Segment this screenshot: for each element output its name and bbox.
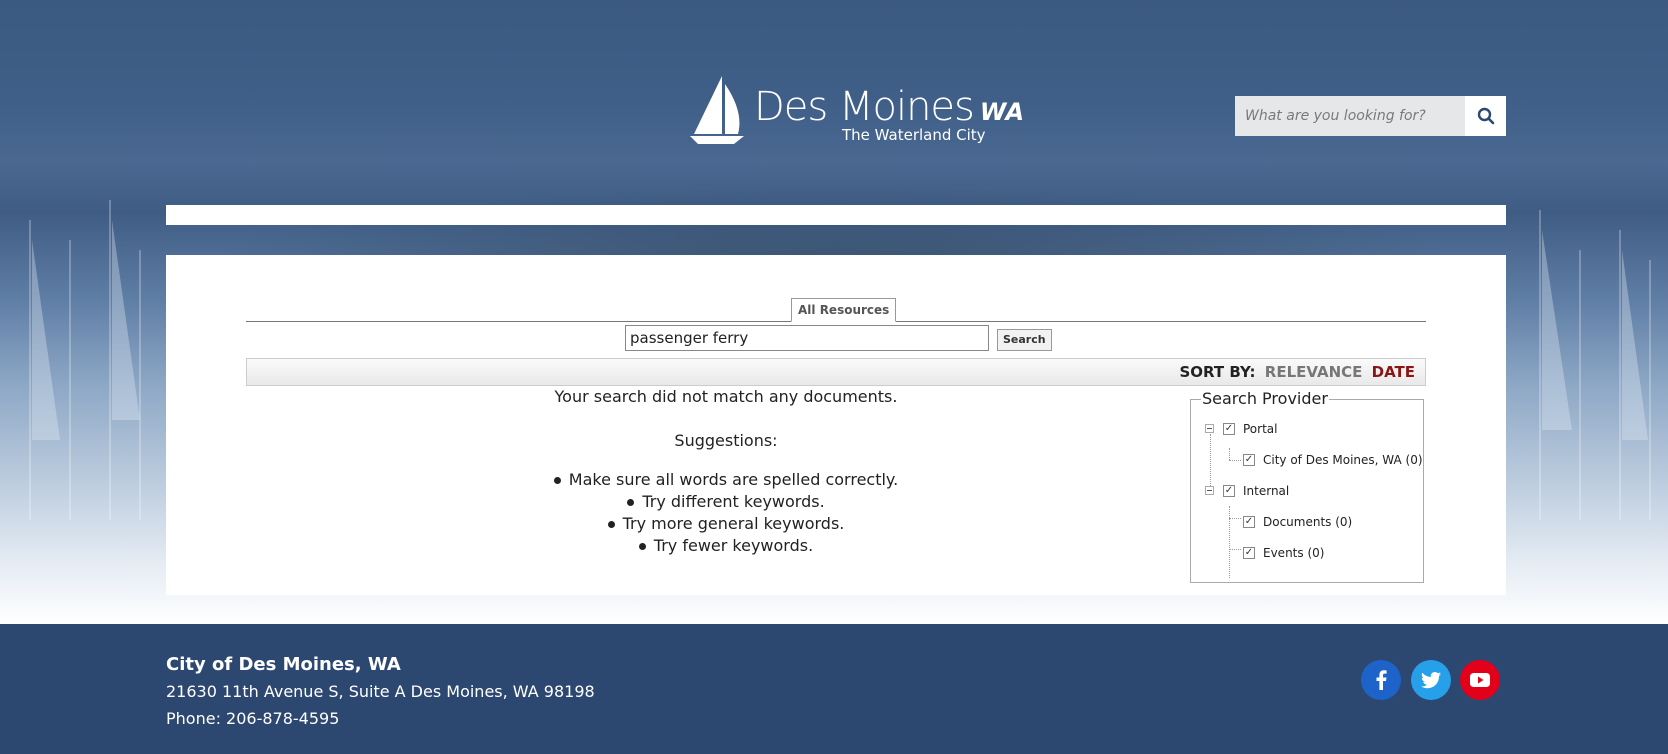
tree-item-documents: ✓ Documents (0) xyxy=(1243,515,1353,529)
search-provider-title: Search Provider xyxy=(1201,389,1329,408)
site-footer: City of Des Moines, WA 21630 11th Avenue… xyxy=(0,624,1668,754)
sailboat-logo-icon xyxy=(690,76,744,144)
sort-relevance-link[interactable]: RELEVANCE xyxy=(1265,363,1363,381)
sort-options: SORT BY: RELEVANCE DATE xyxy=(1179,363,1415,381)
portal-city-checkbox[interactable]: ✓ xyxy=(1243,454,1255,466)
logo-name: Des Moines WA xyxy=(754,84,1025,130)
footer-org-name: City of Des Moines, WA xyxy=(166,654,401,675)
no-results-message: Your search did not match any documents. xyxy=(554,387,898,406)
youtube-icon xyxy=(1470,673,1490,687)
list-item: Make sure all words are spelled correctl… xyxy=(246,469,1206,491)
footer-phone[interactable]: Phone: 206-878-4595 xyxy=(166,709,339,728)
search-icon xyxy=(1477,107,1494,125)
search-provider-box: Search Provider ✓ Portal ✓ City of Des M… xyxy=(1190,389,1424,583)
navigation-bar xyxy=(166,205,1506,225)
tree-line xyxy=(1229,518,1241,519)
tree-line xyxy=(1229,506,1230,578)
tree-item-internal: ✓ Internal xyxy=(1223,484,1290,498)
site-search-input[interactable] xyxy=(1235,96,1465,136)
tree-item-portal: ✓ Portal xyxy=(1223,422,1278,436)
tree-line xyxy=(1210,434,1211,490)
footer-address: 21630 11th Avenue S, Suite A Des Moines,… xyxy=(166,682,595,701)
tree-collapse-icon[interactable] xyxy=(1205,486,1214,495)
search-button[interactable]: Search xyxy=(997,329,1052,351)
sort-label: SORT BY: xyxy=(1179,363,1256,381)
logo-suffix: WA xyxy=(979,98,1025,126)
youtube-link[interactable] xyxy=(1460,660,1500,700)
facebook-icon xyxy=(1376,670,1387,690)
site-logo[interactable]: Des Moines WA The Waterland City xyxy=(688,74,1024,150)
suggestions-list: Make sure all words are spelled correctl… xyxy=(246,469,1206,557)
internal-checkbox[interactable]: ✓ xyxy=(1223,485,1235,497)
query-input[interactable] xyxy=(625,325,989,351)
list-item: Try fewer keywords. xyxy=(246,535,1206,557)
portal-checkbox[interactable]: ✓ xyxy=(1223,423,1235,435)
sort-date-link[interactable]: DATE xyxy=(1372,363,1415,381)
logo-tagline: The Waterland City xyxy=(842,126,986,144)
tree-collapse-icon[interactable] xyxy=(1205,424,1214,433)
list-item: Try more general keywords. xyxy=(246,513,1206,535)
documents-checkbox[interactable]: ✓ xyxy=(1243,516,1255,528)
tab-all-resources[interactable]: All Resources xyxy=(791,298,897,322)
tree-item-portal-city: ✓ City of Des Moines, WA (0) xyxy=(1243,453,1423,467)
twitter-icon xyxy=(1421,671,1441,688)
search-results-panel: All Resources Search SORT BY: RELEVANCE … xyxy=(166,255,1506,595)
bullet-icon xyxy=(607,521,615,528)
list-item: Try different keywords. xyxy=(246,491,1206,513)
tree-item-events: ✓ Events (0) xyxy=(1243,546,1325,560)
sort-bar: SORT BY: RELEVANCE DATE xyxy=(246,358,1426,386)
bullet-icon xyxy=(627,499,635,506)
suggestions-title: Suggestions: xyxy=(674,431,778,450)
facebook-link[interactable] xyxy=(1361,660,1401,700)
twitter-link[interactable] xyxy=(1411,660,1451,700)
site-search xyxy=(1235,96,1506,136)
tree-line xyxy=(1229,549,1241,550)
tree-line xyxy=(1229,448,1230,460)
bullet-icon xyxy=(553,477,561,484)
tree-line xyxy=(1229,460,1241,461)
site-search-button[interactable] xyxy=(1465,96,1506,136)
bullet-icon xyxy=(638,543,646,550)
events-checkbox[interactable]: ✓ xyxy=(1243,547,1255,559)
